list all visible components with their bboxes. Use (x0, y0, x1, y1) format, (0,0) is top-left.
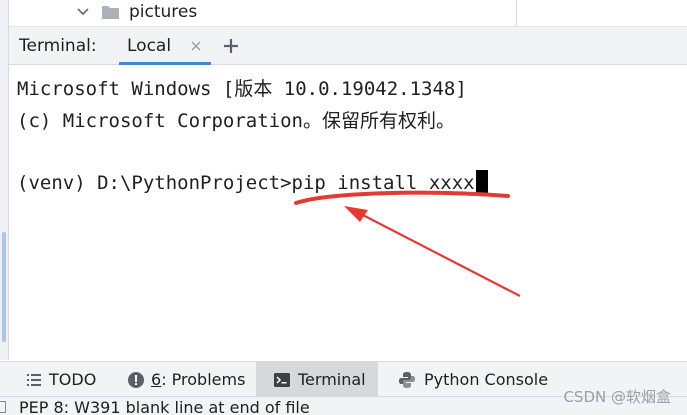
python-icon (399, 372, 415, 388)
status-toggle-icon[interactable] (0, 401, 6, 413)
problems-label-rest: : Problems (161, 370, 246, 389)
tool-window-todo-label: TODO (49, 370, 97, 389)
close-icon[interactable] (189, 39, 203, 53)
terminal-icon (274, 373, 290, 387)
add-tab-icon[interactable] (221, 36, 241, 56)
tool-window-problems-label: 6: Problems (151, 370, 245, 389)
tree-divider (516, 0, 517, 27)
terminal-panel-title: Terminal: (19, 36, 97, 56)
left-tool-strip (0, 0, 9, 360)
list-icon (27, 374, 41, 386)
watermark: CSDN @软烟盒 (563, 388, 671, 406)
terminal-tab-bar: Terminal: Local (9, 27, 687, 65)
tool-window-python-console[interactable]: Python Console (392, 362, 562, 397)
project-tree-row[interactable]: pictures (9, 0, 687, 27)
terminal-line: Microsoft Windows [版本 10.0.19042.1348] (17, 78, 467, 100)
tab-local[interactable]: Local (119, 27, 211, 65)
terminal-line: (c) Microsoft Corporation。保留所有权利。 (17, 110, 455, 132)
folder-icon (102, 6, 119, 19)
tool-window-terminal-label: Terminal (298, 370, 366, 389)
problems-mnemonic: 6 (151, 370, 162, 389)
chevron-down-icon[interactable] (75, 4, 91, 20)
terminal-prompt-line: (venv) D:\PythonProject>pip install xxxx (17, 170, 488, 194)
warning-icon (128, 372, 144, 388)
terminal-prompt: (venv) D:\PythonProject> (17, 172, 292, 194)
tool-window-terminal[interactable]: Terminal (256, 362, 378, 397)
tool-window-python-console-label: Python Console (424, 370, 549, 389)
terminal-output[interactable]: Microsoft Windows [版本 10.0.19042.1348] (… (9, 65, 687, 361)
tool-window-todo[interactable]: TODO (20, 362, 120, 397)
status-message: PEP 8: W391 blank line at end of file (19, 398, 310, 415)
folder-label: pictures (129, 2, 198, 22)
terminal-cursor (475, 170, 488, 194)
terminal-command: pip install xxxx (291, 172, 475, 194)
tool-window-problems[interactable]: 6: Problems (122, 362, 252, 397)
tab-local-label: Local (127, 36, 172, 56)
